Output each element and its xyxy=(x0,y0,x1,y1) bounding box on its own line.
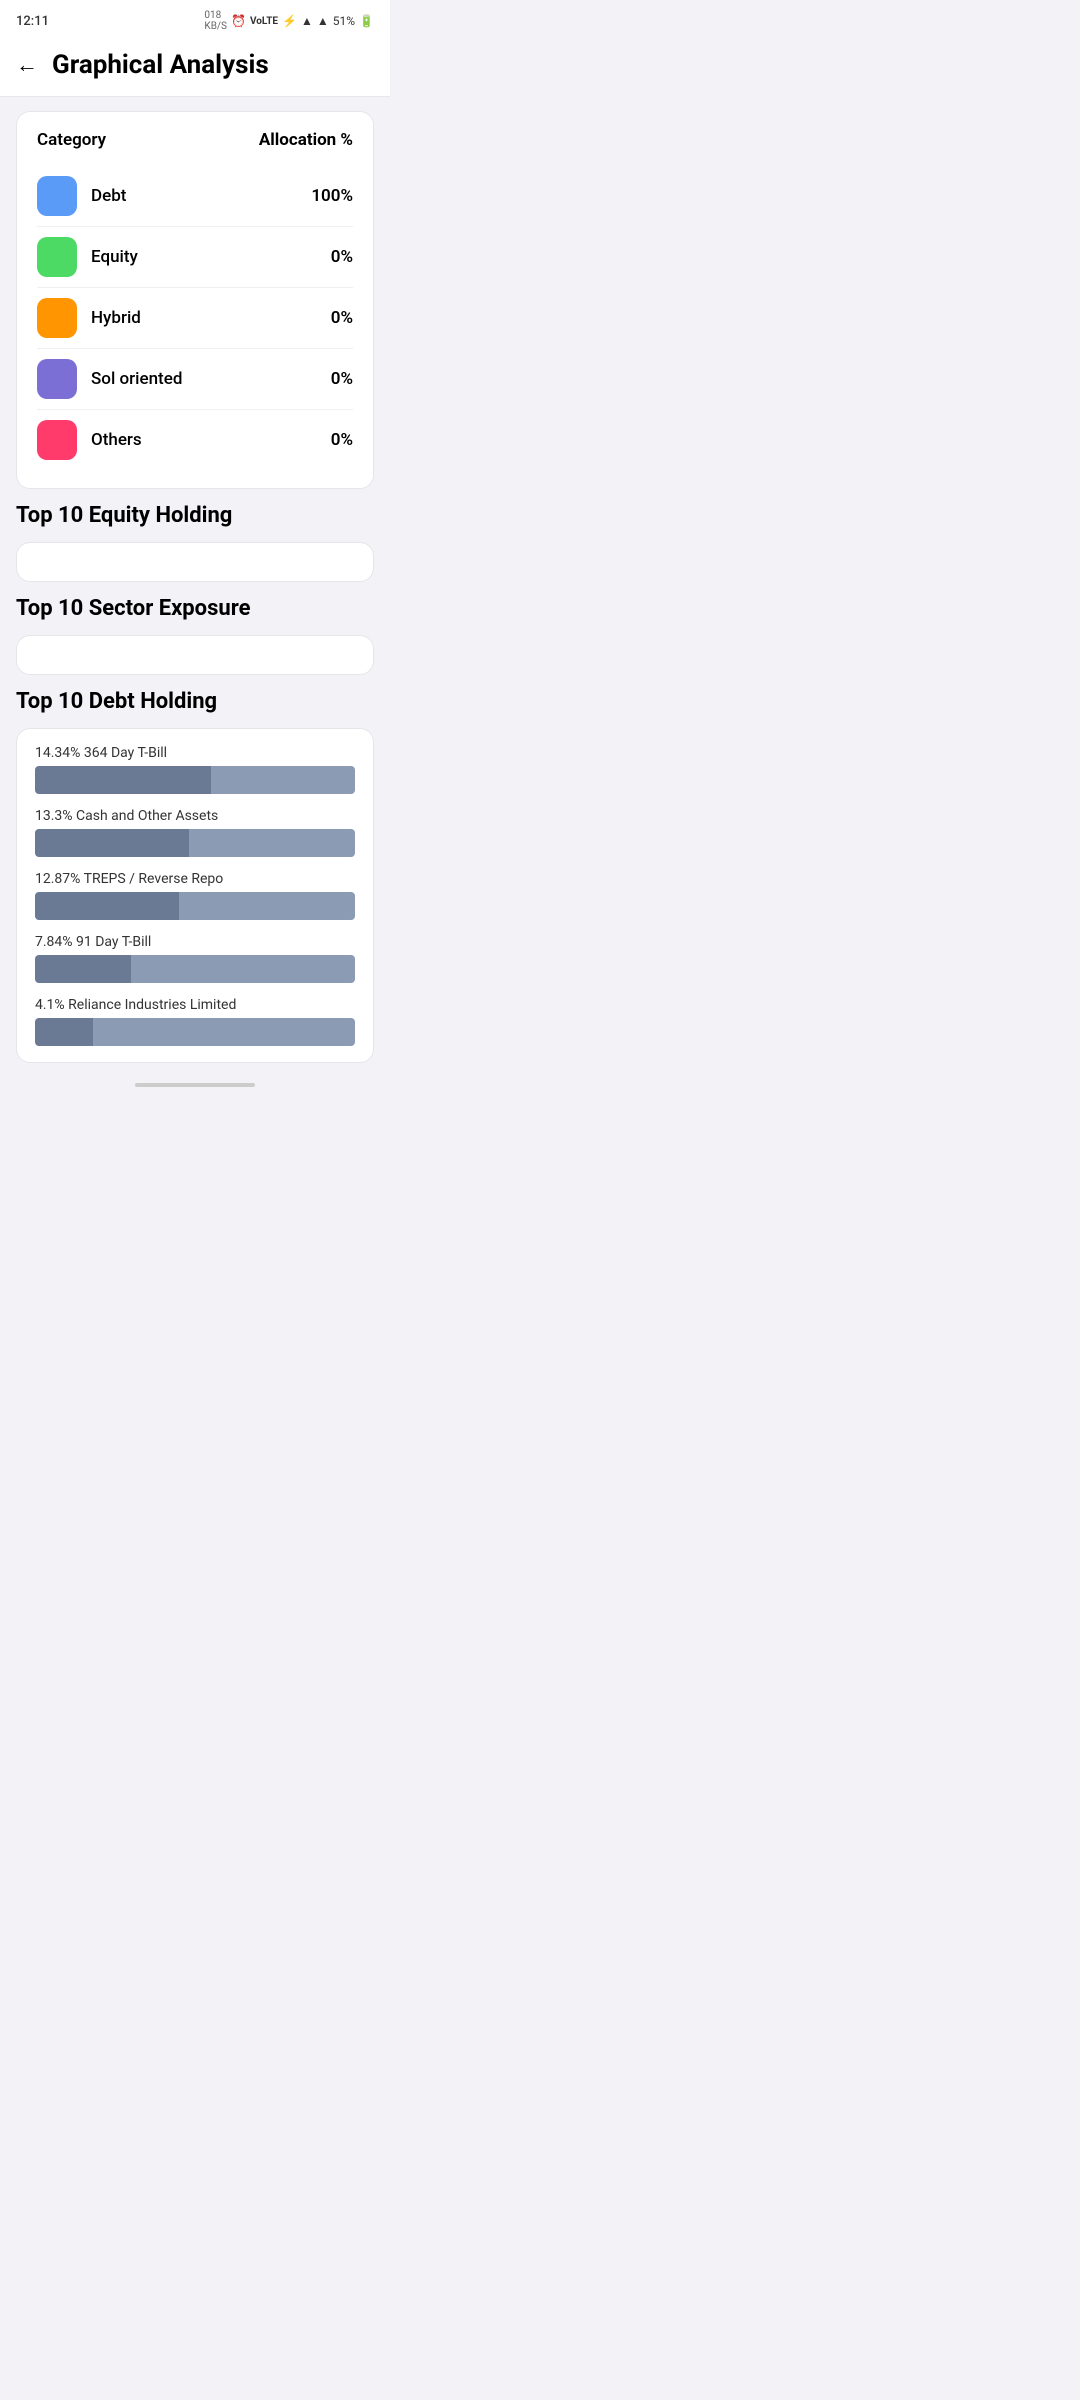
category-header-label: Category xyxy=(37,130,106,150)
debt-holding-item: 14.34% 364 Day T-Bill xyxy=(35,745,355,794)
color-swatch xyxy=(37,420,77,460)
debt-holding-item: 12.87% TREPS / Reverse Repo xyxy=(35,871,355,920)
allocation-row: Hybrid 0% xyxy=(37,288,353,349)
debt-holding-item: 13.3% Cash and Other Assets xyxy=(35,808,355,857)
alarm-icon: ⏰ xyxy=(231,14,246,28)
sector-section-title: Top 10 Sector Exposure xyxy=(16,596,374,621)
allocation-row-left: Debt xyxy=(37,176,126,216)
allocation-header-label: Allocation % xyxy=(259,130,353,150)
signal-icon: ▲ xyxy=(317,14,329,28)
allocation-card: Category Allocation % Debt 100% Equity 0… xyxy=(16,111,374,489)
scroll-indicator xyxy=(135,1083,255,1087)
back-button[interactable]: ← xyxy=(16,52,38,78)
allocation-row-label: Debt xyxy=(91,186,126,206)
debt-holding-label: 13.3% Cash and Other Assets xyxy=(35,808,355,824)
sector-section: Top 10 Sector Exposure xyxy=(16,596,374,675)
allocation-row-label: Sol oriented xyxy=(91,369,182,389)
debt-card: 14.34% 364 Day T-Bill 13.3% Cash and Oth… xyxy=(16,728,374,1063)
allocation-row: Equity 0% xyxy=(37,227,353,288)
color-swatch xyxy=(37,359,77,399)
debt-bar-track xyxy=(35,892,355,920)
debt-holding-label: 14.34% 364 Day T-Bill xyxy=(35,745,355,761)
debt-bar-track xyxy=(35,1018,355,1046)
allocation-row-left: Hybrid xyxy=(37,298,141,338)
debt-bar-fill xyxy=(35,829,189,857)
allocation-row-value: 0% xyxy=(331,430,353,450)
allocation-row-value: 0% xyxy=(331,247,353,267)
debt-holding-label: 12.87% TREPS / Reverse Repo xyxy=(35,871,355,887)
allocation-row-label: Hybrid xyxy=(91,308,141,328)
color-swatch xyxy=(37,237,77,277)
allocation-row-value: 0% xyxy=(331,308,353,328)
battery-percent: 51% xyxy=(333,14,355,28)
allocation-row-value: 0% xyxy=(331,369,353,389)
status-bar: 12:11 018KB/S ⏰ VoLTE ⚡ ▲ ▲ 51% 🔋 xyxy=(0,0,390,38)
allocation-row: Sol oriented 0% xyxy=(37,349,353,410)
color-swatch xyxy=(37,298,77,338)
wifi-icon: ▲ xyxy=(301,14,313,28)
equity-section: Top 10 Equity Holding xyxy=(16,503,374,582)
allocation-row-left: Others xyxy=(37,420,142,460)
debt-bar-track xyxy=(35,766,355,794)
debt-bar-fill xyxy=(35,766,211,794)
debt-bar-fill xyxy=(35,892,179,920)
debt-holding-item: 4.1% Reliance Industries Limited xyxy=(35,997,355,1046)
equity-empty-card xyxy=(16,542,374,582)
color-swatch xyxy=(37,176,77,216)
allocation-row-label: Others xyxy=(91,430,142,450)
main-content: Category Allocation % Debt 100% Equity 0… xyxy=(0,97,390,1101)
page-header: ← Graphical Analysis xyxy=(0,38,390,97)
kb-indicator: 018KB/S xyxy=(204,10,227,32)
allocation-row-value: 100% xyxy=(311,186,353,206)
allocation-row: Debt 100% xyxy=(37,166,353,227)
debt-bar-fill xyxy=(35,1018,93,1046)
status-time: 12:11 xyxy=(16,14,49,29)
allocation-row: Others 0% xyxy=(37,410,353,470)
debt-holding-label: 7.84% 91 Day T-Bill xyxy=(35,934,355,950)
sector-empty-card xyxy=(16,635,374,675)
volte-icon: VoLTE xyxy=(250,16,278,27)
debt-bar-fill xyxy=(35,955,131,983)
equity-section-title: Top 10 Equity Holding xyxy=(16,503,374,528)
debt-section-title: Top 10 Debt Holding xyxy=(16,689,374,714)
status-right: 018KB/S ⏰ VoLTE ⚡ ▲ ▲ 51% 🔋 xyxy=(204,10,374,32)
debt-section: Top 10 Debt Holding 14.34% 364 Day T-Bil… xyxy=(16,689,374,1063)
allocation-row-label: Equity xyxy=(91,247,138,267)
bluetooth-icon: ⚡ xyxy=(282,14,297,28)
debt-bar-track xyxy=(35,829,355,857)
allocation-row-left: Equity xyxy=(37,237,138,277)
allocation-header: Category Allocation % xyxy=(37,130,353,150)
debt-bar-track xyxy=(35,955,355,983)
debt-holding-label: 4.1% Reliance Industries Limited xyxy=(35,997,355,1013)
allocation-row-left: Sol oriented xyxy=(37,359,182,399)
allocation-rows: Debt 100% Equity 0% Hybrid 0% Sol orient… xyxy=(37,166,353,470)
page-title: Graphical Analysis xyxy=(52,50,269,80)
battery-icon: 🔋 xyxy=(359,14,374,28)
debt-holding-item: 7.84% 91 Day T-Bill xyxy=(35,934,355,983)
